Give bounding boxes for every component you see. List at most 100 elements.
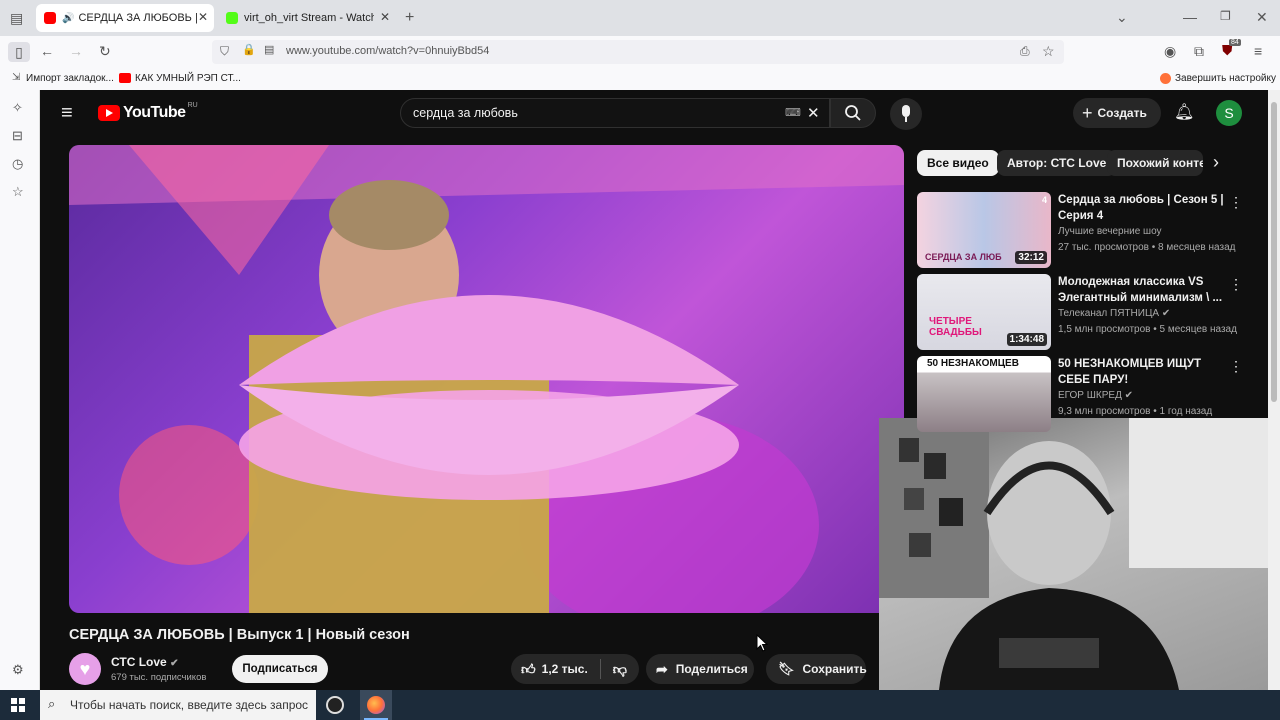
url-text[interactable]: www.youtube.com/watch?v=0hnuiyBbd54 bbox=[286, 45, 489, 57]
reader-view-icon[interactable]: ⎙ bbox=[1020, 45, 1030, 57]
video-thumbnail[interactable]: ЧЕТЫРЕ СВАДЬБЫ 1:34:48 bbox=[917, 274, 1051, 350]
tab-label: СЕРДЦА ЗА ЛЮБОВЬ | Вып bbox=[78, 12, 198, 24]
create-label: Создать bbox=[1097, 106, 1147, 120]
finish-setup-link[interactable]: Завершить настройку bbox=[1175, 73, 1276, 84]
permissions-icon[interactable]: ▤ bbox=[264, 45, 274, 56]
dislike-button[interactable]: 👎︎ bbox=[613, 661, 627, 678]
close-tab-icon[interactable]: ✕ bbox=[380, 10, 390, 24]
import-bookmarks-icon: ⇲ bbox=[12, 72, 21, 83]
youtube-bookmark-icon bbox=[119, 73, 131, 83]
video-player[interactable] bbox=[69, 145, 904, 613]
firefox-app-icon[interactable] bbox=[360, 690, 392, 720]
menu-icon[interactable]: ≡ bbox=[1254, 44, 1262, 58]
history-icon[interactable]: ◷ bbox=[12, 156, 23, 172]
windows-start-icon[interactable] bbox=[11, 698, 25, 712]
chip-related[interactable]: Похожий конте bbox=[1107, 150, 1203, 176]
tab-youtube[interactable]: 🔊 СЕРДЦА ЗА ЛЮБОВЬ | Вып ✕ bbox=[36, 4, 214, 32]
back-arrow-icon[interactable]: ← bbox=[40, 44, 54, 58]
thumbs-up-icon: 👍︎ bbox=[521, 660, 536, 677]
voice-search-button[interactable] bbox=[890, 98, 922, 130]
windows-taskbar: ⌕ Чтобы начать поиск, введите здесь запр… bbox=[0, 690, 1280, 720]
like-button[interactable]: 👍︎ 1,2 тыс. bbox=[511, 661, 588, 678]
video-thumbnail[interactable]: СЕРДЦА ЗА ЛЮБ 4 32:12 bbox=[917, 192, 1051, 268]
channel-name[interactable]: СТС Love ✔ bbox=[111, 655, 178, 669]
youtube-logo[interactable]: YouTube RU bbox=[98, 101, 198, 122]
recommendation-meta: 9,3 млн просмотров • 1 год назад bbox=[1058, 406, 1213, 417]
bookmark-rap[interactable]: КАК УМНЫЙ РЭП СТ... bbox=[135, 73, 241, 84]
ublock-badge: 84 bbox=[1229, 39, 1241, 46]
recommendation-channel[interactable]: Телеканал ПЯТНИЦА ✔ bbox=[1058, 308, 1170, 319]
video-thumbnail[interactable]: 50 НЕЗНАКОМЦЕВ bbox=[917, 356, 1051, 432]
search-icon bbox=[845, 105, 861, 121]
create-button[interactable]: + Создать bbox=[1073, 98, 1161, 128]
taskbar-search-placeholder[interactable]: Чтобы начать поиск, введите здесь запрос bbox=[70, 698, 308, 712]
notifications-bell-icon[interactable]: 🔔︎ bbox=[1174, 102, 1194, 122]
obs-app-icon[interactable] bbox=[326, 696, 344, 714]
streamer-camera bbox=[879, 418, 1268, 690]
avatar[interactable]: S bbox=[1216, 100, 1242, 126]
thumb-badge: 4 bbox=[1041, 195, 1047, 205]
recommendation-channel[interactable]: Лучшие вечерние шоу bbox=[1058, 226, 1162, 237]
recommendation-title[interactable]: 50 НЕЗНАКОМЦЕВ ИЩУТ СЕБЕ ПАРУ! bbox=[1058, 356, 1228, 388]
logo-region: RU bbox=[187, 101, 198, 109]
synced-tabs-icon[interactable]: ⊟ bbox=[12, 128, 23, 144]
clear-search-icon[interactable]: ✕ bbox=[807, 104, 820, 122]
forward-arrow-icon[interactable]: → bbox=[69, 44, 83, 58]
search-button[interactable] bbox=[830, 98, 876, 128]
ai-chatbot-icon[interactable]: ✧ bbox=[12, 100, 23, 116]
minimize-window-icon[interactable]: — bbox=[1183, 10, 1197, 24]
tab-overflow-chevron-icon[interactable]: ⌄ bbox=[1116, 10, 1128, 24]
reload-icon[interactable]: ↻ bbox=[99, 44, 111, 58]
recommendation-item[interactable]: ЧЕТЫРЕ СВАДЬБЫ 1:34:48 Молодежная класси… bbox=[917, 274, 1257, 352]
restore-window-icon[interactable]: ❐ bbox=[1220, 10, 1231, 22]
settings-gear-icon[interactable]: ⚙ bbox=[12, 662, 24, 678]
share-button[interactable]: ➦ Поделиться bbox=[646, 654, 754, 684]
subscribe-button[interactable]: Подписаться bbox=[232, 655, 328, 683]
avatar-letter: S bbox=[1224, 105, 1234, 121]
account-icon[interactable]: ◉ bbox=[1164, 44, 1176, 58]
chip-author[interactable]: Автор: СТС Love bbox=[997, 150, 1117, 176]
like-count: 1,2 тыс. bbox=[541, 662, 588, 676]
more-options-icon[interactable]: ⋮ bbox=[1229, 194, 1243, 211]
more-options-icon[interactable]: ⋮ bbox=[1229, 358, 1243, 375]
recommendation-item[interactable]: 50 НЕЗНАКОМЦЕВ 50 НЕЗНАКОМЦЕВ ИЩУТ СЕБЕ … bbox=[917, 356, 1257, 434]
recommendation-title[interactable]: Сердца за любовь | Сезон 5 | Серия 4 bbox=[1058, 192, 1228, 224]
audio-playing-icon[interactable]: 🔊 bbox=[62, 13, 74, 24]
keyboard-icon[interactable]: ⌨ bbox=[785, 106, 801, 119]
channel-avatar[interactable]: ♥ bbox=[69, 653, 101, 685]
bookmark-star-icon[interactable]: ☆ bbox=[1042, 44, 1055, 58]
address-bar[interactable]: ⛉ 🔒 ▤ www.youtube.com/watch?v=0hnuiyBbd5… bbox=[212, 40, 1064, 64]
recommendation-meta: 1,5 млн просмотров • 5 месяцев назад bbox=[1058, 324, 1237, 335]
taskbar-search-box[interactable]: ⌕ Чтобы начать поиск, введите здесь запр… bbox=[40, 690, 316, 720]
chevron-right-icon[interactable]: › bbox=[1213, 152, 1219, 173]
recommendation-meta: 27 тыс. просмотров • 8 месяцев назад bbox=[1058, 242, 1236, 253]
verified-check-icon: ✔ bbox=[1124, 390, 1134, 401]
close-tab-icon[interactable]: ✕ bbox=[198, 10, 208, 24]
search-input[interactable]: сердца за любовь bbox=[413, 106, 518, 120]
webcam-overlay bbox=[879, 418, 1268, 690]
hamburger-menu-icon[interactable]: ≡ bbox=[61, 102, 73, 125]
tab-kick-stream[interactable]: virt_oh_virt Stream - Watch Live ✕ bbox=[218, 4, 396, 32]
scrollbar-thumb[interactable] bbox=[1271, 102, 1277, 402]
duration-badge: 32:12 bbox=[1015, 251, 1047, 264]
page-scrollbar[interactable] bbox=[1268, 90, 1280, 690]
recommendation-item[interactable]: СЕРДЦА ЗА ЛЮБ 4 32:12 Сердца за любовь |… bbox=[917, 192, 1257, 270]
shield-icon[interactable]: ⛉ bbox=[220, 45, 229, 57]
heart-icon: ♥ bbox=[79, 659, 91, 679]
save-button[interactable]: 🔖︎ Сохранить bbox=[766, 654, 867, 684]
sidebar-toggle-icon[interactable]: ▯ bbox=[8, 42, 30, 62]
more-options-icon[interactable]: ⋮ bbox=[1229, 276, 1243, 293]
subscriber-count: 679 тыс. подписчиков bbox=[111, 672, 207, 683]
new-tab-button[interactable]: + bbox=[405, 10, 414, 26]
recommendation-title[interactable]: Молодежная классика VS Элегантный минима… bbox=[1058, 274, 1228, 306]
search-bar[interactable]: сердца за любовь ⌨ ✕ bbox=[400, 98, 830, 128]
lock-icon[interactable]: 🔒 bbox=[242, 45, 256, 56]
close-window-icon[interactable]: ✕ bbox=[1256, 10, 1268, 24]
bookmark-import[interactable]: Импорт закладок... bbox=[26, 73, 114, 84]
firefox-setup-icon bbox=[1160, 73, 1171, 84]
chip-all-videos[interactable]: Все видео bbox=[917, 150, 999, 176]
extensions-icon[interactable]: ⧉ bbox=[1194, 44, 1204, 58]
bookmarks-icon[interactable]: ☆ bbox=[12, 184, 24, 200]
tab-list-icon[interactable]: ▤ bbox=[10, 11, 23, 25]
recommendation-channel[interactable]: ЕГОР ШКРЕД ✔ bbox=[1058, 390, 1133, 401]
